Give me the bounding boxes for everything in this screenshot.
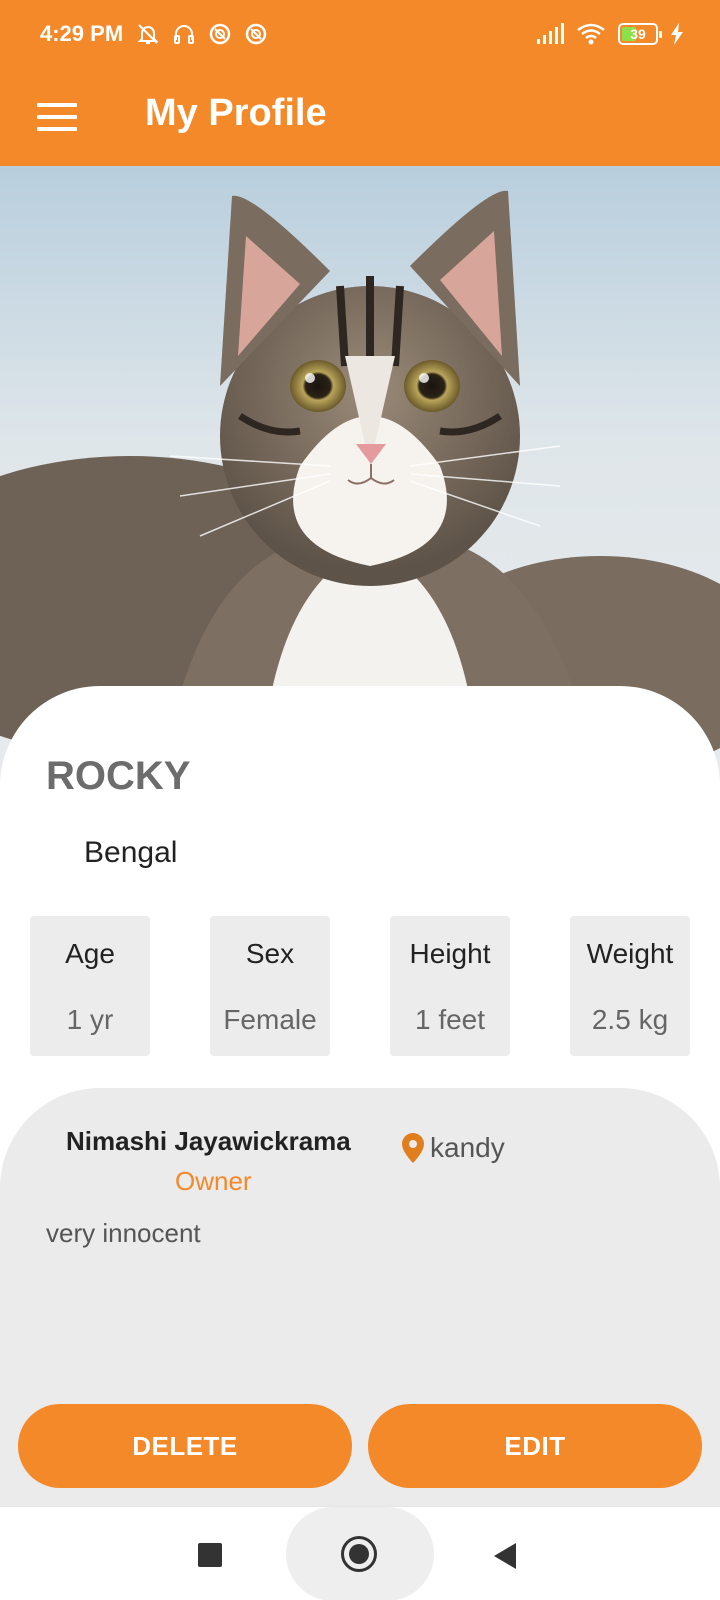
battery-icon: 39 bbox=[618, 23, 662, 45]
wifi-icon bbox=[577, 23, 605, 45]
home-icon[interactable] bbox=[341, 1536, 377, 1572]
stat-value: 1 feet bbox=[414, 1004, 486, 1035]
signal-icon bbox=[537, 23, 564, 44]
status-bar: 4:29 PM 39 bbox=[0, 0, 720, 70]
charging-icon bbox=[671, 23, 683, 45]
delete-button[interactable]: DELETE bbox=[18, 1404, 352, 1488]
system-nav-bar bbox=[0, 1506, 720, 1600]
owner-name: Nimashi Jayawickrama bbox=[66, 1126, 351, 1156]
stat-label: Height bbox=[409, 938, 491, 969]
stat-label: Sex bbox=[245, 938, 295, 969]
pet-name: ROCKY bbox=[46, 754, 191, 798]
stat-height: Height 1 feet bbox=[390, 916, 510, 1056]
owner-role: Owner bbox=[175, 1166, 252, 1196]
stat-label: Age bbox=[65, 938, 115, 969]
no-disturb-icon bbox=[245, 23, 267, 45]
stat-sex: Sex Female bbox=[210, 916, 330, 1056]
pet-stats: Age 1 yr Sex Female Height 1 feet Weight… bbox=[30, 916, 690, 1056]
muted-bell-icon bbox=[137, 24, 159, 44]
app-bar: My Profile bbox=[0, 70, 720, 166]
status-icons-right: 39 bbox=[536, 22, 684, 46]
stat-age: Age 1 yr bbox=[30, 916, 150, 1056]
stat-value: Female bbox=[223, 1004, 317, 1035]
headset-icon bbox=[174, 25, 194, 44]
back-icon[interactable] bbox=[494, 1543, 516, 1569]
pet-description: very innocent bbox=[46, 1218, 201, 1248]
edit-button[interactable]: EDIT bbox=[368, 1404, 702, 1488]
stat-value: 1 yr bbox=[66, 1004, 114, 1035]
recent-apps-icon[interactable] bbox=[198, 1543, 222, 1567]
stat-value: 2.5 kg bbox=[591, 1004, 669, 1035]
hamburger-menu-icon[interactable] bbox=[32, 92, 82, 142]
stat-weight: Weight 2.5 kg bbox=[570, 916, 690, 1056]
location-pin-icon bbox=[402, 1133, 424, 1163]
location: kandy bbox=[402, 1132, 505, 1164]
location-text: kandy bbox=[430, 1132, 505, 1163]
pet-breed: Bengal bbox=[84, 836, 178, 869]
no-disturb-icon bbox=[209, 23, 231, 45]
status-icons-left bbox=[136, 22, 268, 46]
page-title: My Profile bbox=[145, 92, 327, 134]
battery-level: 39 bbox=[630, 26, 646, 42]
status-time: 4:29 PM bbox=[40, 21, 124, 46]
stat-label: Weight bbox=[586, 938, 674, 969]
